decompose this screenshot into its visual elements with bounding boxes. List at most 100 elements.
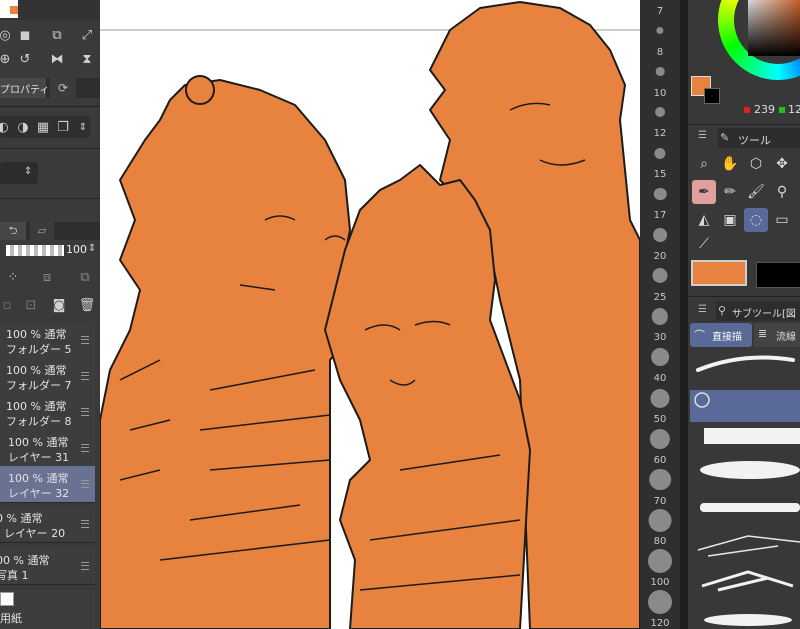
opacity-slider[interactable] <box>6 245 64 256</box>
reference-icon[interactable]: ⧉ <box>76 268 94 286</box>
left-panel: ◎ ◼ ⧉ ⤢ ⊕ ↺ ⧓ ⧗ プロパティ ⟳ ◐ ◑ ▦ ❐ ⇕ ⇕ ⮌ ▱ … <box>0 0 100 629</box>
brush-size-dot[interactable] <box>648 508 672 532</box>
stop-icon[interactable]: ◼ <box>16 26 34 44</box>
figure-tool-icon[interactable]: ▭ <box>770 208 794 232</box>
flip-vertical-icon[interactable]: ⧗ <box>78 50 96 68</box>
new-layer-icon[interactable]: ▫ <box>0 296 16 314</box>
spinner-icon[interactable]: ⇕ <box>74 118 92 136</box>
new-folder-icon[interactable]: ⊡ <box>22 296 40 314</box>
brush-size-dot[interactable] <box>656 27 664 35</box>
checker-icon[interactable]: ▦ <box>34 118 52 136</box>
subtool-group-direct[interactable]: ⌒ 直接描 <box>690 323 752 347</box>
lasso-fill-tool-icon[interactable]: ◌ <box>744 208 768 232</box>
brush-size-dot[interactable] <box>655 67 665 76</box>
layer-row[interactable]: 100 % 通常 フォルダー 5 <box>0 322 95 359</box>
crop-icon[interactable]: ⤢ <box>78 26 96 44</box>
drag-handle-icon[interactable] <box>81 562 89 570</box>
saturation-square[interactable] <box>748 0 800 56</box>
brush-size-label: 100 <box>650 577 670 589</box>
layer-opacity-mode: 00 % 通常 <box>0 554 50 567</box>
drag-handle-icon[interactable] <box>81 372 89 380</box>
transform-icon[interactable]: ⧉ <box>48 26 66 44</box>
blend-dropdown[interactable]: ⇕ <box>0 162 38 184</box>
layer-row[interactable]: 100 % 通常 レイヤー 31 <box>0 430 95 467</box>
tool-tab[interactable]: ✎ ツール <box>718 128 800 148</box>
green-channel-icon <box>779 107 785 113</box>
brush-size-dot[interactable] <box>648 590 672 614</box>
rotate-icon[interactable]: ⊕ <box>0 50 14 68</box>
sub-color-swatch[interactable] <box>704 88 720 104</box>
drag-handle-icon[interactable] <box>81 520 89 528</box>
blend-mode-selector[interactable]: ◐ ◑ ▦ ❐ ⇕ <box>0 116 90 138</box>
layer-row-selected[interactable]: 100 % 通常 レイヤー 32 <box>0 466 95 503</box>
flip-horizontal-icon[interactable]: ⧓ <box>48 50 66 68</box>
property-tab[interactable]: プロパティ <box>0 78 49 98</box>
eyedropper-tool-icon[interactable]: ⚲ <box>770 180 794 204</box>
brush-size-dot[interactable] <box>648 549 672 574</box>
subtool-tab[interactable]: ⚲ サブツール[図 <box>716 301 800 321</box>
drag-handle-icon[interactable] <box>81 336 89 344</box>
layer-row[interactable]: 100 % 通常 フォルダー 7 <box>0 358 95 395</box>
dropdown-arrow-icon: ⇕ <box>24 166 33 177</box>
brush-size-label: 60 <box>653 454 667 466</box>
layer-row[interactable]: 100 % 通常 フォルダー 8 <box>0 394 95 431</box>
copy-icon[interactable]: ❐ <box>54 118 72 136</box>
blend-mode-icon[interactable]: ◐ <box>0 118 12 136</box>
brush-size-dot[interactable] <box>653 187 667 201</box>
circle-icon[interactable]: ◎ <box>0 26 14 44</box>
brush-tool-icon[interactable]: 🖌 <box>744 180 768 204</box>
mask-layer-icon[interactable]: ◙ <box>50 296 68 314</box>
pen-tool-icon[interactable]: ✒ <box>692 180 716 204</box>
refresh-icon[interactable]: ⟳ <box>50 78 76 98</box>
layer-name: フォルダー 8 <box>6 415 72 428</box>
drag-handle-icon[interactable] <box>81 444 89 452</box>
drawing-canvas[interactable] <box>100 0 640 629</box>
object-icon[interactable]: ⬡ <box>744 152 768 176</box>
layer-opacity-mode: 100 % 通常 <box>6 328 67 341</box>
brush-size-dot[interactable] <box>649 428 671 449</box>
brush-size-dot[interactable] <box>653 227 667 242</box>
fill-tool-icon[interactable]: ◭ <box>692 208 716 232</box>
background-color-swatch[interactable] <box>756 262 800 288</box>
layer-row[interactable]: 00 % 通常 写真 1 <box>0 548 95 585</box>
subtool-stroke-list <box>690 355 800 626</box>
curve-icon: ⌒ <box>694 329 705 342</box>
brush-size-dot[interactable] <box>654 147 666 159</box>
mask-icon[interactable]: ◑ <box>14 118 32 136</box>
layer-color-icon[interactable]: ⁘ <box>4 268 22 286</box>
brush-size-label: 7 <box>656 6 664 17</box>
hand-icon[interactable]: ✋ <box>718 152 742 176</box>
subtool-group-stream[interactable]: ≣ 流線 <box>754 323 800 347</box>
paper-layer-row[interactable]: 用紙 <box>0 590 95 629</box>
brush-size-label: 30 <box>653 332 667 344</box>
line-tool-icon[interactable]: ⟋ <box>692 232 716 256</box>
brush-size-label: 70 <box>653 495 667 507</box>
brush-size-label: 80 <box>653 536 667 548</box>
clip-icon[interactable]: ⧈ <box>38 268 56 286</box>
brush-size-dot[interactable] <box>649 468 671 491</box>
brush-size-dot[interactable] <box>650 388 670 408</box>
move-icon[interactable]: ✥ <box>770 152 794 176</box>
brush-size-dot[interactable] <box>651 308 669 325</box>
brush-size-label: 12 <box>653 128 667 140</box>
pencil-tool-icon[interactable]: ✏ <box>718 180 742 204</box>
drag-handle-icon[interactable] <box>81 408 89 416</box>
drag-handle-icon[interactable] <box>81 480 89 488</box>
tool-panel-title: ツール <box>738 134 771 147</box>
layer-row[interactable]: 0 % 通常 レイヤー 20 <box>0 506 95 543</box>
color-swatch-orange[interactable] <box>10 6 18 14</box>
opacity-spinner-icon[interactable]: ⇕ <box>88 243 96 254</box>
brush-size-label: 8 <box>656 46 664 58</box>
gradient-tool-icon[interactable]: ▣ <box>718 208 742 232</box>
zoom-icon[interactable]: ⌕ <box>692 152 716 176</box>
brush-size-dot[interactable] <box>652 268 668 284</box>
menu-icon[interactable]: ☰ <box>698 304 707 315</box>
reset-icon[interactable]: ↺ <box>16 50 34 68</box>
menu-icon[interactable]: ☰ <box>698 131 708 141</box>
drawing-color-swatch[interactable] <box>691 260 747 286</box>
layer-tab-icon[interactable]: ⮌ <box>0 222 26 240</box>
brush-size-dot[interactable] <box>655 107 665 118</box>
brush-size-dot[interactable] <box>651 348 669 367</box>
layer-property-tab-icon[interactable]: ▱ <box>30 222 54 240</box>
trash-icon[interactable]: 🗑 <box>78 296 96 314</box>
